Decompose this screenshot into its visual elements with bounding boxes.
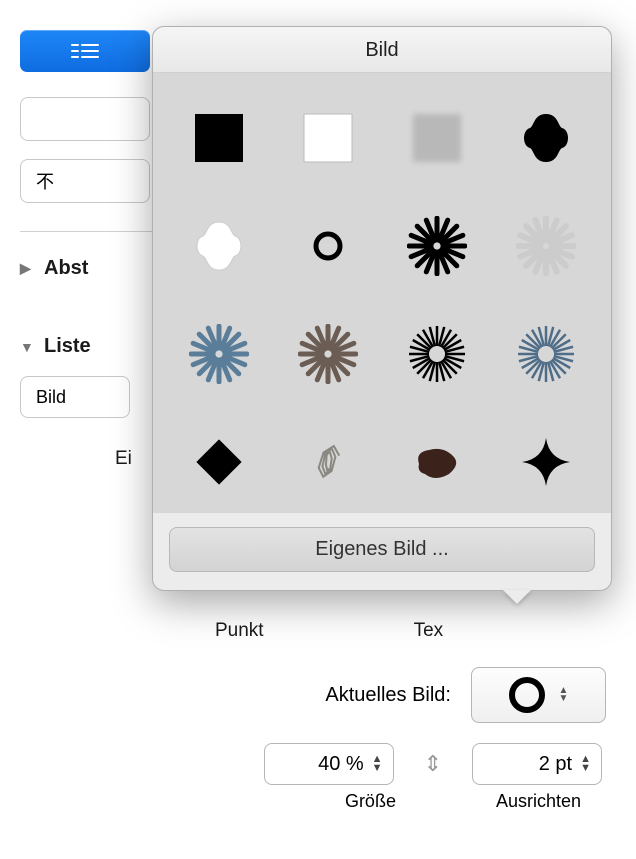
bullet-sparkle-black[interactable]	[501, 417, 591, 507]
size-stepper[interactable]: 40 % ▲▼	[264, 743, 394, 785]
current-image-button[interactable]: ▲▼	[471, 667, 606, 723]
image-bullet-popover: Bild Eigenes Bild ...	[152, 26, 612, 591]
bullet-scribble-gray[interactable]	[283, 417, 373, 507]
align-vertical-icon: ⇕	[424, 751, 442, 777]
bullet-sunray-blue[interactable]	[501, 309, 591, 399]
stepper-arrows-icon: ▲▼	[372, 755, 383, 773]
bullet-square-black[interactable]	[174, 93, 264, 183]
divider	[20, 231, 165, 232]
paragraph-icon	[70, 41, 100, 61]
bullet-grid	[153, 73, 611, 513]
align-glyph: 不	[36, 168, 54, 194]
size-caption: Größe	[345, 791, 396, 812]
bullet-blob-brown[interactable]	[392, 417, 482, 507]
current-image-label: Aktuelles Bild:	[325, 684, 451, 707]
align-value: 2 pt	[539, 753, 572, 776]
bullet-square-gray[interactable]	[392, 93, 482, 183]
bullet-diamond-black[interactable]	[174, 417, 264, 507]
bullet-starburst-blue[interactable]	[174, 309, 264, 399]
bullet-quatrefoil-white[interactable]	[174, 201, 264, 291]
chevron-right-icon: ▶	[20, 260, 36, 277]
chevron-updown-icon: ▲▼	[559, 687, 569, 703]
bullet-sunray-black[interactable]	[392, 309, 482, 399]
punkt-label: Punkt	[215, 620, 264, 642]
size-value: 40 %	[318, 753, 364, 776]
spacing-label: Abst	[44, 257, 88, 280]
list-type-select[interactable]: Bild	[20, 376, 130, 418]
bullet-starburst-black[interactable]	[392, 201, 482, 291]
style-header-button[interactable]	[20, 30, 150, 72]
font-button[interactable]	[20, 97, 150, 141]
list-type-value: Bild	[36, 387, 66, 408]
stepper-arrows-icon: ▲▼	[580, 755, 591, 773]
tex-label: Tex	[414, 620, 444, 642]
bullet-starburst-brown[interactable]	[283, 309, 373, 399]
align-button[interactable]: 不	[20, 159, 150, 203]
custom-image-button[interactable]: Eigenes Bild ...	[169, 527, 595, 572]
bullet-square-white[interactable]	[283, 93, 373, 183]
align-caption: Ausrichten	[496, 791, 581, 812]
ring-icon	[509, 677, 545, 713]
list-label: Liste	[44, 335, 91, 358]
bullet-quatrefoil-black[interactable]	[501, 93, 591, 183]
chevron-down-icon: ▼	[20, 339, 36, 355]
bullet-starburst-white[interactable]	[501, 201, 591, 291]
align-stepper[interactable]: 2 pt ▲▼	[472, 743, 602, 785]
bullet-ring-black[interactable]	[283, 201, 373, 291]
popover-title: Bild	[153, 27, 611, 73]
